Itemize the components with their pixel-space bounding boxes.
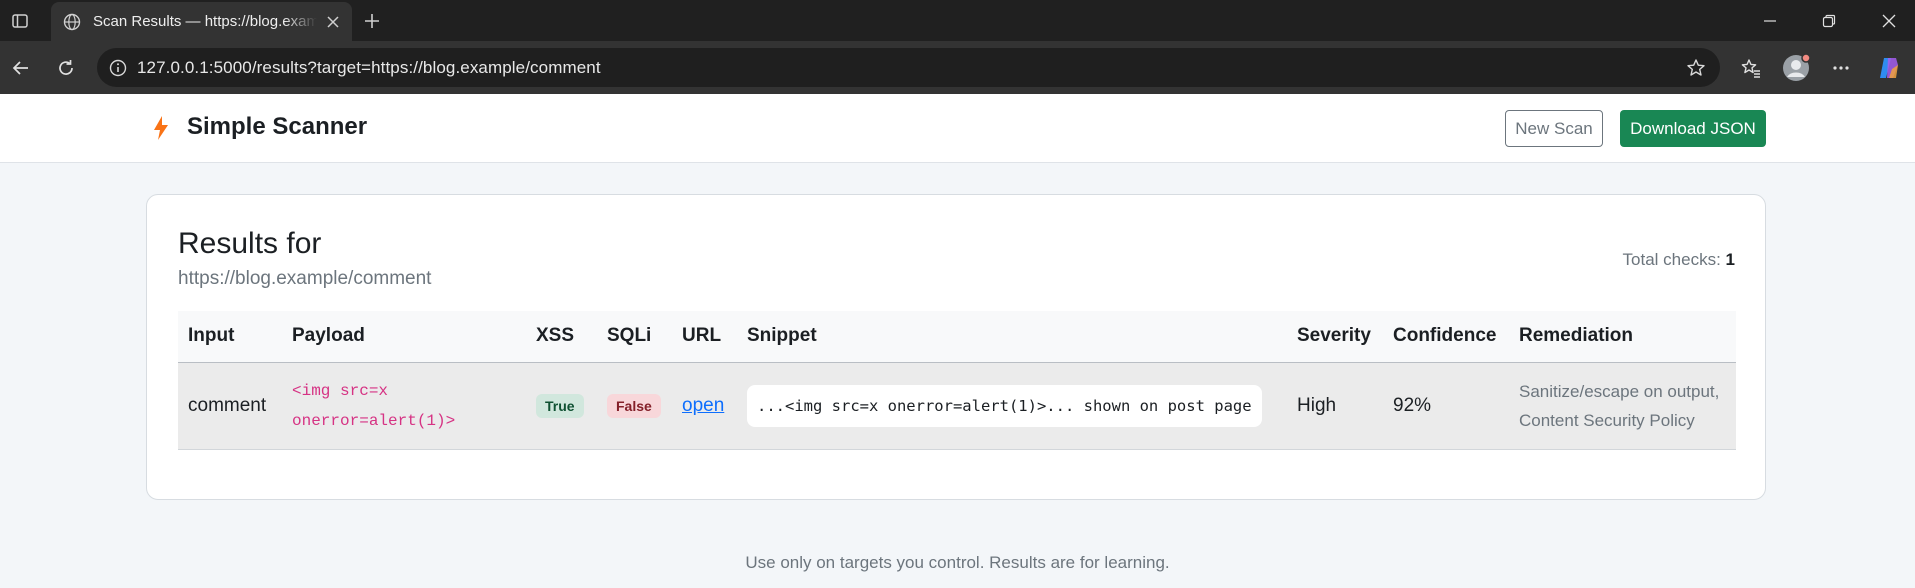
browser-tab-bar: Scan Results — https://blog.example/comm… xyxy=(0,0,1915,41)
results-card: Results for https://blog.example/comment… xyxy=(146,194,1766,500)
profile-avatar-icon[interactable] xyxy=(1779,51,1813,85)
close-window-icon[interactable] xyxy=(1866,0,1912,41)
table-header-row: Input Payload XSS SQLi URL Snippet Sever… xyxy=(178,311,1736,363)
address-bar[interactable]: 127.0.0.1:5000/results?target=https://bl… xyxy=(97,48,1720,87)
tab-title: Scan Results — https://blog.example/comm… xyxy=(93,13,317,30)
remediation-text: Sanitize/escape on output, Content Secur… xyxy=(1519,381,1720,430)
tab-close-icon[interactable] xyxy=(323,12,343,32)
lightning-bolt-icon xyxy=(152,115,170,141)
column-header-sqli: SQLi xyxy=(597,311,672,363)
cell-remediation: Sanitize/escape on output, Content Secur… xyxy=(1509,362,1736,450)
cell-snippet: ...<img src=x onerror=alert(1)>... shown… xyxy=(737,362,1287,450)
results-target-url: https://blog.example/comment xyxy=(178,268,432,289)
column-header-confidence: Confidence xyxy=(1383,311,1509,363)
xss-status-badge: True xyxy=(536,393,584,418)
total-checks-value: 1 xyxy=(1725,250,1735,269)
column-header-severity: Severity xyxy=(1287,311,1383,363)
results-title: Results for xyxy=(178,227,322,260)
new-scan-button[interactable]: New Scan xyxy=(1505,110,1603,147)
open-url-link[interactable]: open xyxy=(682,395,724,416)
cell-xss: True xyxy=(526,362,597,450)
active-tab[interactable]: Scan Results — https://blog.example/comm… xyxy=(51,2,352,41)
cell-confidence: 92% xyxy=(1383,362,1509,450)
copilot-icon[interactable] xyxy=(1872,51,1906,85)
column-header-xss: XSS xyxy=(526,311,597,363)
column-header-snippet: Snippet xyxy=(737,311,1287,363)
browser-toolbar: 127.0.0.1:5000/results?target=https://bl… xyxy=(0,41,1915,94)
cell-url: open xyxy=(672,362,737,450)
total-checks: Total checks: 1 xyxy=(1623,250,1735,270)
column-header-remediation: Remediation xyxy=(1509,311,1736,363)
total-checks-label: Total checks: xyxy=(1622,250,1721,269)
sqli-status-badge: False xyxy=(607,393,661,418)
app-header: Simple Scanner New Scan Download JSON xyxy=(0,94,1915,163)
results-table: Input Payload XSS SQLi URL Snippet Sever… xyxy=(178,311,1736,450)
favorite-star-icon[interactable] xyxy=(1684,56,1708,80)
minimize-icon[interactable] xyxy=(1747,0,1793,41)
page-viewport: Simple Scanner New Scan Download JSON Re… xyxy=(0,94,1915,588)
back-icon[interactable] xyxy=(4,51,38,85)
footer-disclaimer: Use only on targets you control. Results… xyxy=(745,553,1170,572)
globe-icon xyxy=(62,12,82,32)
snippet-code: ...<img src=x onerror=alert(1)>... shown… xyxy=(747,384,1262,427)
restore-icon[interactable] xyxy=(1806,0,1852,41)
column-header-input: Input xyxy=(178,311,282,363)
reload-icon[interactable] xyxy=(49,51,83,85)
cell-sqli: False xyxy=(597,362,672,450)
more-menu-icon[interactable] xyxy=(1824,51,1858,85)
payload-code: <img src=x onerror=alert(1)> xyxy=(292,381,456,430)
new-tab-icon[interactable] xyxy=(358,7,386,35)
address-url[interactable]: 127.0.0.1:5000/results?target=https://bl… xyxy=(137,58,1684,78)
column-header-url: URL xyxy=(672,311,737,363)
tab-actions-icon[interactable] xyxy=(6,7,34,35)
download-json-button[interactable]: Download JSON xyxy=(1620,110,1766,147)
column-header-payload: Payload xyxy=(282,311,526,363)
cell-payload: <img src=x onerror=alert(1)> xyxy=(282,362,526,450)
cell-input: comment xyxy=(178,362,282,450)
brand-name[interactable]: Simple Scanner xyxy=(187,113,367,141)
table-row: comment <img src=x onerror=alert(1)> Tru… xyxy=(178,362,1736,450)
site-info-icon[interactable] xyxy=(107,57,129,79)
cell-severity: High xyxy=(1287,362,1383,450)
favorites-icon[interactable] xyxy=(1734,51,1768,85)
